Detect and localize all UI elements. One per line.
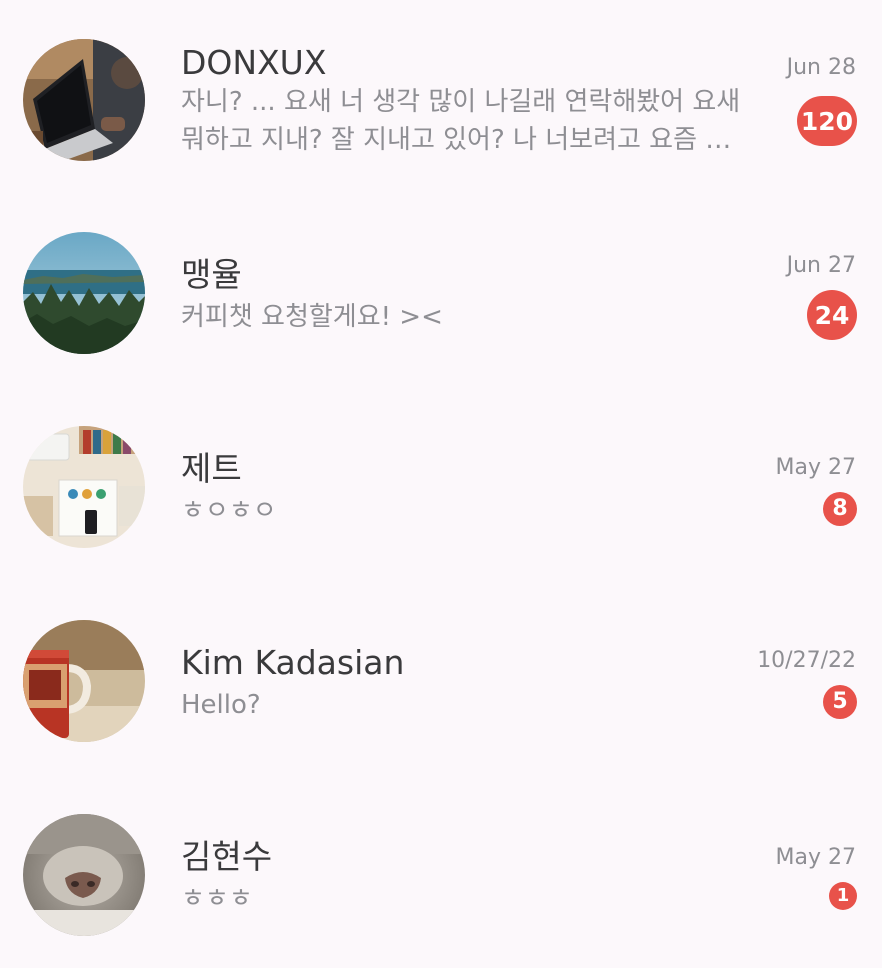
chat-row-kim-kadasian[interactable]: Kim Kadasian Hello? 10/27/22 5 [0, 581, 882, 775]
message-preview: ㅎㅎㅎ [181, 884, 253, 914]
forest-lake-photo [23, 232, 145, 354]
message-preview: Hello? [181, 690, 261, 720]
laptop-photo [23, 39, 145, 161]
contact-name: 제트 [181, 449, 242, 488]
message-preview: 커피챗 요청할게요! >< [181, 302, 443, 332]
contact-name: 김현수 [181, 837, 273, 876]
cat-nose-photo [23, 814, 145, 936]
message-date: 10/27/22 [757, 648, 856, 673]
unread-badge: 8 [823, 492, 857, 526]
unread-badge: 120 [796, 96, 857, 146]
unread-badge: 1 [829, 882, 857, 910]
message-date: Jun 28 [786, 55, 856, 80]
message-preview: ㅎㅇㅎㅇ [181, 496, 277, 526]
avatar[interactable] [23, 426, 145, 548]
unread-badge: 5 [823, 685, 857, 719]
message-date: May 27 [775, 455, 856, 480]
message-date: Jun 27 [786, 253, 856, 278]
avatar[interactable] [23, 39, 145, 161]
contact-name: Kim Kadasian [181, 643, 405, 682]
chat-row-zet[interactable]: 제트 ㅎㅇㅎㅇ May 27 8 [0, 387, 882, 581]
contact-name: DONXUX [181, 43, 327, 82]
message-preview: 자니? ... 요새 너 생각 많이 나길래 연락해봤어 요새 뭐하고 지내? … [181, 87, 741, 155]
chat-list: DONXUX 자니? ... 요새 너 생각 많이 나길래 연락해봤어 요새 뭐… [0, 0, 882, 968]
unread-badge: 24 [807, 290, 857, 340]
avatar[interactable] [23, 814, 145, 936]
coffee-mug-photo [23, 620, 145, 742]
message-date: May 27 [775, 845, 856, 870]
avatar[interactable] [23, 232, 145, 354]
chat-row-kimhyunsoo[interactable]: 김현수 ㅎㅎㅎ May 27 1 [0, 775, 882, 968]
avatar[interactable] [23, 620, 145, 742]
desk-flatlay-photo [23, 426, 145, 548]
chat-row-maengyul[interactable]: 맹율 커피챗 요청할게요! >< Jun 27 24 [0, 193, 882, 387]
chat-row-donxux[interactable]: DONXUX 자니? ... 요새 너 생각 많이 나길래 연락해봤어 요새 뭐… [0, 0, 882, 193]
contact-name: 맹율 [181, 255, 242, 294]
